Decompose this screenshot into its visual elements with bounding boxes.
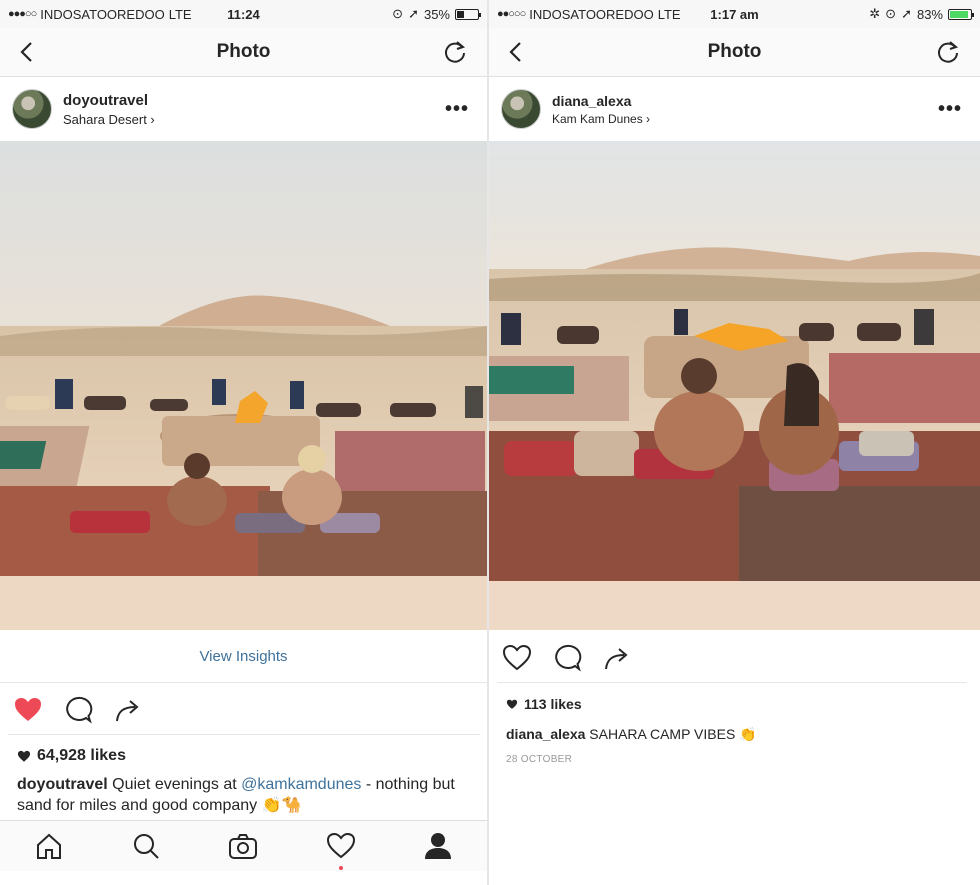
comment-icon[interactable] [552,643,582,673]
home-icon[interactable] [33,830,65,862]
page-title: Photo [216,41,271,62]
avatar[interactable] [12,89,52,129]
clock: 1:17 am [710,6,759,22]
caption-text: SAHARA CAMP VIBES 👏 [585,726,757,742]
share-icon[interactable] [113,695,143,725]
refresh-icon[interactable] [934,38,962,66]
post-photo[interactable] [489,141,980,630]
post-date: 28 OCTOBER [506,754,573,765]
battery-icon [948,8,974,20]
left-screenshot: ●●●○○ INDOSATOOREDOO LTE 11:24 ⊙ ➚ 35% P… [0,0,487,885]
carrier-name: INDOSATOOREDOO [40,6,165,22]
likes-count[interactable]: 64,928 likes [17,747,126,765]
desert-camp-photo [0,141,487,630]
status-bar: ●●○○○ INDOSATOOREDOO LTE 1:17 am ✲ ⊙ ➚ 8… [489,0,980,28]
caption-username[interactable]: diana_alexa [506,726,585,742]
location-arrow-icon: ➚ [901,6,912,21]
back-arrow-icon[interactable] [14,38,42,66]
nav-bar: Photo [489,28,980,77]
share-icon[interactable] [602,643,632,673]
comment-icon[interactable] [63,695,93,725]
post-username[interactable]: doyoutravel [63,92,155,109]
orientation-lock-icon: ⊙ [392,6,404,21]
post-location[interactable]: Sahara Desert › [63,112,155,127]
nav-bar: Photo [0,28,487,77]
notification-dot [338,866,343,870]
post-location[interactable]: Kam Kam Dunes › [552,112,650,126]
caption-username[interactable]: doyoutravel [17,776,108,793]
network-type: LTE [168,6,192,22]
caption-text: Quiet evenings at [107,776,242,793]
action-bar [497,634,967,683]
signal-icon: ●●●○○ [8,8,37,20]
desert-camp-photo [489,141,980,630]
battery-percent: 35% [423,6,450,22]
back-arrow-icon[interactable] [503,38,531,66]
search-icon[interactable] [130,830,162,862]
post-photo[interactable] [0,141,487,630]
view-insights-link[interactable]: View Insights [0,630,487,683]
post-header: diana_alexa Kam Kam Dunes › ••• [489,78,980,140]
right-screenshot: ●●○○○ INDOSATOOREDOO LTE 1:17 am ✲ ⊙ ➚ 8… [489,0,980,885]
orientation-lock-icon: ⊙ [885,6,897,21]
camera-icon[interactable] [227,830,259,862]
caption: diana_alexa SAHARA CAMP VIBES 👏 [506,724,960,745]
brightness-icon: ✲ [869,6,881,21]
status-bar: ●●●○○ INDOSATOOREDOO LTE 11:24 ⊙ ➚ 35% [0,0,487,28]
heart-filled-icon[interactable] [13,695,43,725]
post-username[interactable]: diana_alexa [552,93,650,109]
likes-text: 113 likes [524,696,582,712]
likes-count[interactable]: 113 likes [506,696,582,712]
signal-icon: ●●○○○ [497,8,526,20]
tab-bar [0,820,487,871]
network-type: LTE [657,6,681,22]
refresh-icon[interactable] [441,38,469,66]
more-options-icon[interactable]: ••• [938,98,962,121]
battery-icon [455,8,481,20]
carrier-name: INDOSATOOREDOO [529,6,654,22]
heart-outline-icon[interactable] [502,643,532,673]
post-header: doyoutravel Sahara Desert › ••• [0,78,487,140]
action-bar [8,686,480,735]
profile-icon[interactable] [422,830,454,862]
page-title: Photo [707,41,762,62]
clock: 11:24 [227,6,260,22]
likes-text: 64,928 likes [37,747,126,764]
caption-mention[interactable]: @kamkamdunes [241,776,361,793]
heart-small-icon [506,699,518,709]
location-arrow-icon: ➚ [408,6,419,21]
heart-small-icon [17,750,31,762]
avatar[interactable] [501,89,541,129]
activity-tab[interactable] [325,830,357,870]
heart-icon [326,832,355,859]
battery-percent: 83% [916,6,943,22]
more-options-icon[interactable]: ••• [445,98,469,121]
caption: doyoutravel Quiet evenings at @kamkamdun… [17,774,467,816]
